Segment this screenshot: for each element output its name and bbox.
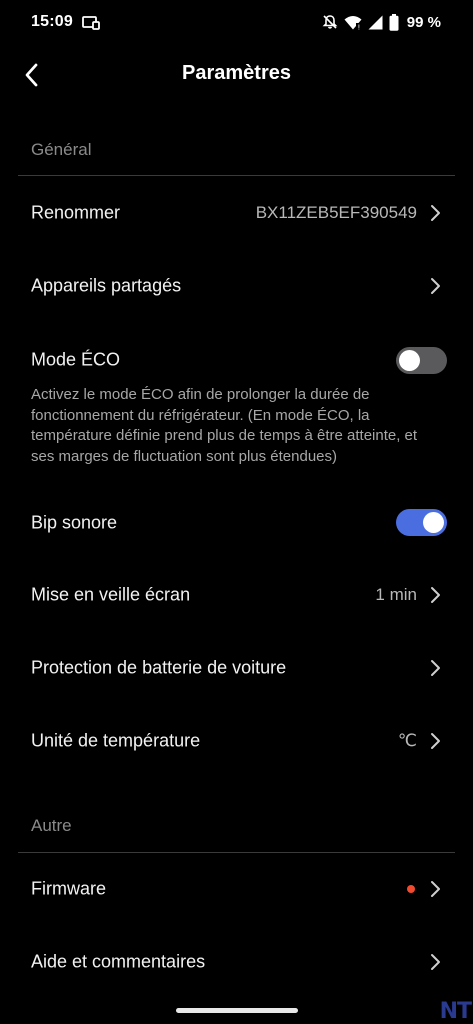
firmware-label: Firmware <box>31 878 106 899</box>
divider <box>18 175 455 176</box>
status-time: 15:09 <box>31 13 73 30</box>
toggle-knob <box>399 350 420 371</box>
screen-sleep-label: Mise en veille écran <box>31 584 191 605</box>
home-indicator[interactable] <box>176 1008 298 1013</box>
temperature-unit-label: Unité de température <box>31 730 201 751</box>
rename-row[interactable]: Renommer BX11ZEB5EF390549 <box>0 185 473 241</box>
battery-icon <box>389 13 399 31</box>
rename-label: Renommer <box>31 202 121 223</box>
section-header-general: Général <box>31 140 92 159</box>
header: Paramètres <box>0 50 473 100</box>
eco-mode-toggle[interactable] <box>396 347 447 374</box>
shared-devices-row[interactable]: Appareils partagés <box>0 258 473 314</box>
divider <box>18 852 455 853</box>
chevron-right-icon <box>431 954 440 970</box>
help-feedback-label: Aide et commentaires <box>31 951 206 972</box>
chevron-right-icon <box>431 205 440 221</box>
chevron-right-icon <box>431 587 440 603</box>
toggle-knob <box>423 512 444 533</box>
beep-label: Bip sonore <box>31 512 118 533</box>
battery-percent: 99 % <box>406 13 441 31</box>
chevron-right-icon <box>431 278 440 294</box>
battery-protection-row[interactable]: Protection de batterie de voiture <box>0 640 473 696</box>
battery-protection-label: Protection de batterie de voiture <box>31 657 287 678</box>
device-name-value: BX11ZEB5EF390549 <box>255 203 417 222</box>
screen-sleep-value: 1 min <box>375 585 417 604</box>
wifi-icon: ! <box>344 15 362 30</box>
firmware-row[interactable]: Firmware <box>0 861 473 917</box>
chevron-right-icon <box>431 660 440 676</box>
temperature-unit-row[interactable]: Unité de température ℃ <box>0 713 473 769</box>
svg-text:!: ! <box>357 23 360 30</box>
chevron-right-icon <box>431 881 440 897</box>
screen-sleep-row[interactable]: Mise en veille écran 1 min <box>0 567 473 623</box>
page-title: Paramètres <box>182 62 291 84</box>
section-header-other: Autre <box>31 816 72 835</box>
shared-devices-label: Appareils partagés <box>31 275 182 296</box>
update-dot <box>407 885 415 893</box>
status-bar: 15:09 ! 99 % <box>0 0 473 46</box>
chevron-right-icon <box>431 733 440 749</box>
status-icons: ! 99 % <box>322 12 441 32</box>
help-feedback-row[interactable]: Aide et commentaires <box>0 934 473 990</box>
temperature-unit-value: ℃ <box>397 731 417 750</box>
eco-mode-description: Activez le mode ÉCO afin de prolonger la… <box>31 386 418 465</box>
beep-toggle[interactable] <box>396 509 447 536</box>
cast-icon <box>82 15 100 31</box>
watermark-logo: NT <box>439 999 472 1024</box>
signal-icon <box>368 15 383 30</box>
eco-mode-label: Mode ÉCO <box>31 349 121 370</box>
dnd-bell-off-icon <box>322 14 338 30</box>
